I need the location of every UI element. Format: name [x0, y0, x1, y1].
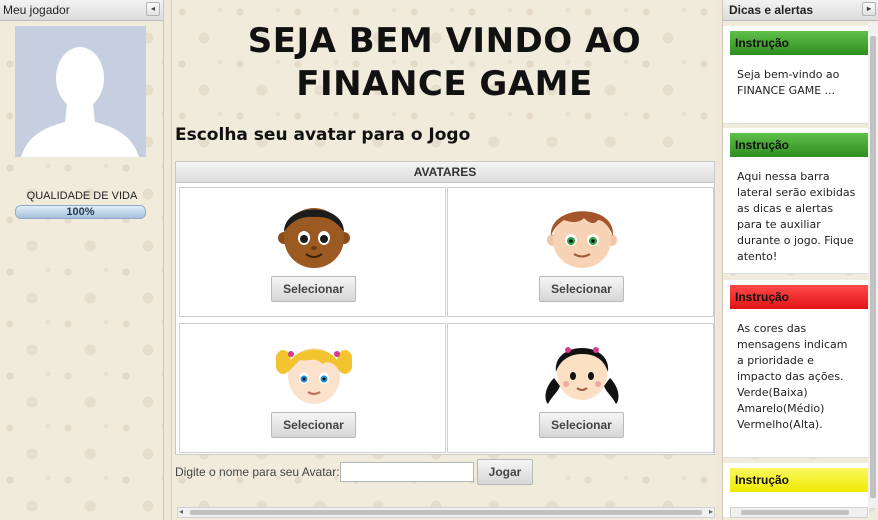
girl-black-pigtails-face-icon	[545, 347, 619, 404]
main-horizontal-scrollbar[interactable]: ◂ ▸	[177, 507, 715, 518]
avatar-option-2: Selecionar	[447, 187, 714, 317]
quality-of-life-bar: 100%	[15, 205, 146, 219]
avatar-option-1: Selecionar	[179, 187, 446, 317]
page-title: SEJA BEM VINDO AO FINANCE GAME	[247, 21, 642, 104]
boy-dark-skin-face-icon	[278, 208, 350, 268]
select-avatar-1-button[interactable]: Selecionar	[271, 276, 356, 302]
player-panel-title: Meu jogador	[3, 3, 70, 17]
tips-horizontal-scrollbar[interactable]	[730, 507, 868, 518]
tips-panel-title: Dicas e alertas	[729, 3, 814, 17]
tip-card-3-text: As cores das mensagens indicam a priorid…	[737, 322, 848, 431]
tips-horizontal-scrollbar-thumb[interactable]	[741, 510, 849, 515]
quality-of-life-label: QUALIDADE DE VIDA	[26, 190, 138, 202]
tips-vertical-scrollbar-thumb[interactable]	[870, 36, 876, 498]
player-avatar-image	[15, 26, 146, 157]
player-panel-header: Meu jogador ◂	[0, 0, 163, 21]
tip-card-2: Instrução Aqui nessa barra lateral serão…	[723, 128, 869, 274]
select-avatar-4-button[interactable]: Selecionar	[539, 412, 624, 438]
tips-panel-header: Dicas e alertas ▸	[723, 0, 878, 21]
avatar-option-4: Selecionar	[447, 323, 714, 453]
quality-of-life-percent: 100%	[66, 206, 95, 218]
select-avatar-2-button[interactable]: Selecionar	[539, 276, 624, 302]
avatar-placeholder-icon	[15, 26, 146, 157]
avatar-name-label: Digite o nome para seu Avatar:	[175, 465, 340, 479]
tip-card-4-title: Instrução	[730, 468, 869, 492]
tip-card-3-title: Instrução	[730, 285, 869, 309]
tip-card-1: Instrução Seja bem-vindo ao FINANCE GAME…	[723, 26, 869, 124]
girl-blonde-pigtails-face-icon	[276, 348, 352, 404]
select-avatar-3-button[interactable]: Selecionar	[271, 412, 356, 438]
avatar-option-3: Selecionar	[179, 323, 446, 453]
tip-card-2-title: Instrução	[730, 133, 869, 157]
tips-vertical-scrollbar[interactable]	[868, 22, 878, 508]
collapse-left-panel-button[interactable]: ◂	[146, 2, 160, 16]
tip-card-3: Instrução As cores das mensagens indicam…	[723, 280, 869, 458]
page-subtitle: Escolha seu avatar para o Jogo	[175, 125, 471, 145]
avatars-header: AVATARES	[176, 162, 714, 183]
boy-brown-hair-face-icon	[547, 211, 617, 268]
avatars-panel: AVATARES Selecionar Selecionar Seleciona…	[175, 161, 715, 455]
play-button[interactable]: Jogar	[477, 459, 533, 485]
avatar-name-input[interactable]	[340, 462, 474, 482]
tips-panel: Dicas e alertas ▸ Instrução Seja bem-vin…	[722, 0, 878, 520]
main-horizontal-scrollbar-thumb[interactable]	[190, 510, 702, 515]
collapse-right-panel-button[interactable]: ▸	[862, 2, 876, 16]
main-content: SEJA BEM VINDO AO FINANCE GAME Escolha s…	[171, 0, 716, 520]
tip-card-2-text: Aqui nessa barra lateral serão exibidas …	[737, 170, 856, 263]
tips-list: Instrução Seja bem-vindo ao FINANCE GAME…	[723, 22, 869, 517]
tip-card-1-title: Instrução	[730, 31, 869, 55]
avatar-name-row: Digite o nome para seu Avatar: Jogar	[175, 459, 715, 485]
tip-card-1-text: Seja bem-vindo ao FINANCE GAME ...	[737, 68, 840, 97]
player-panel: Meu jogador ◂ QUALIDADE DE VIDA 100%	[0, 0, 164, 520]
